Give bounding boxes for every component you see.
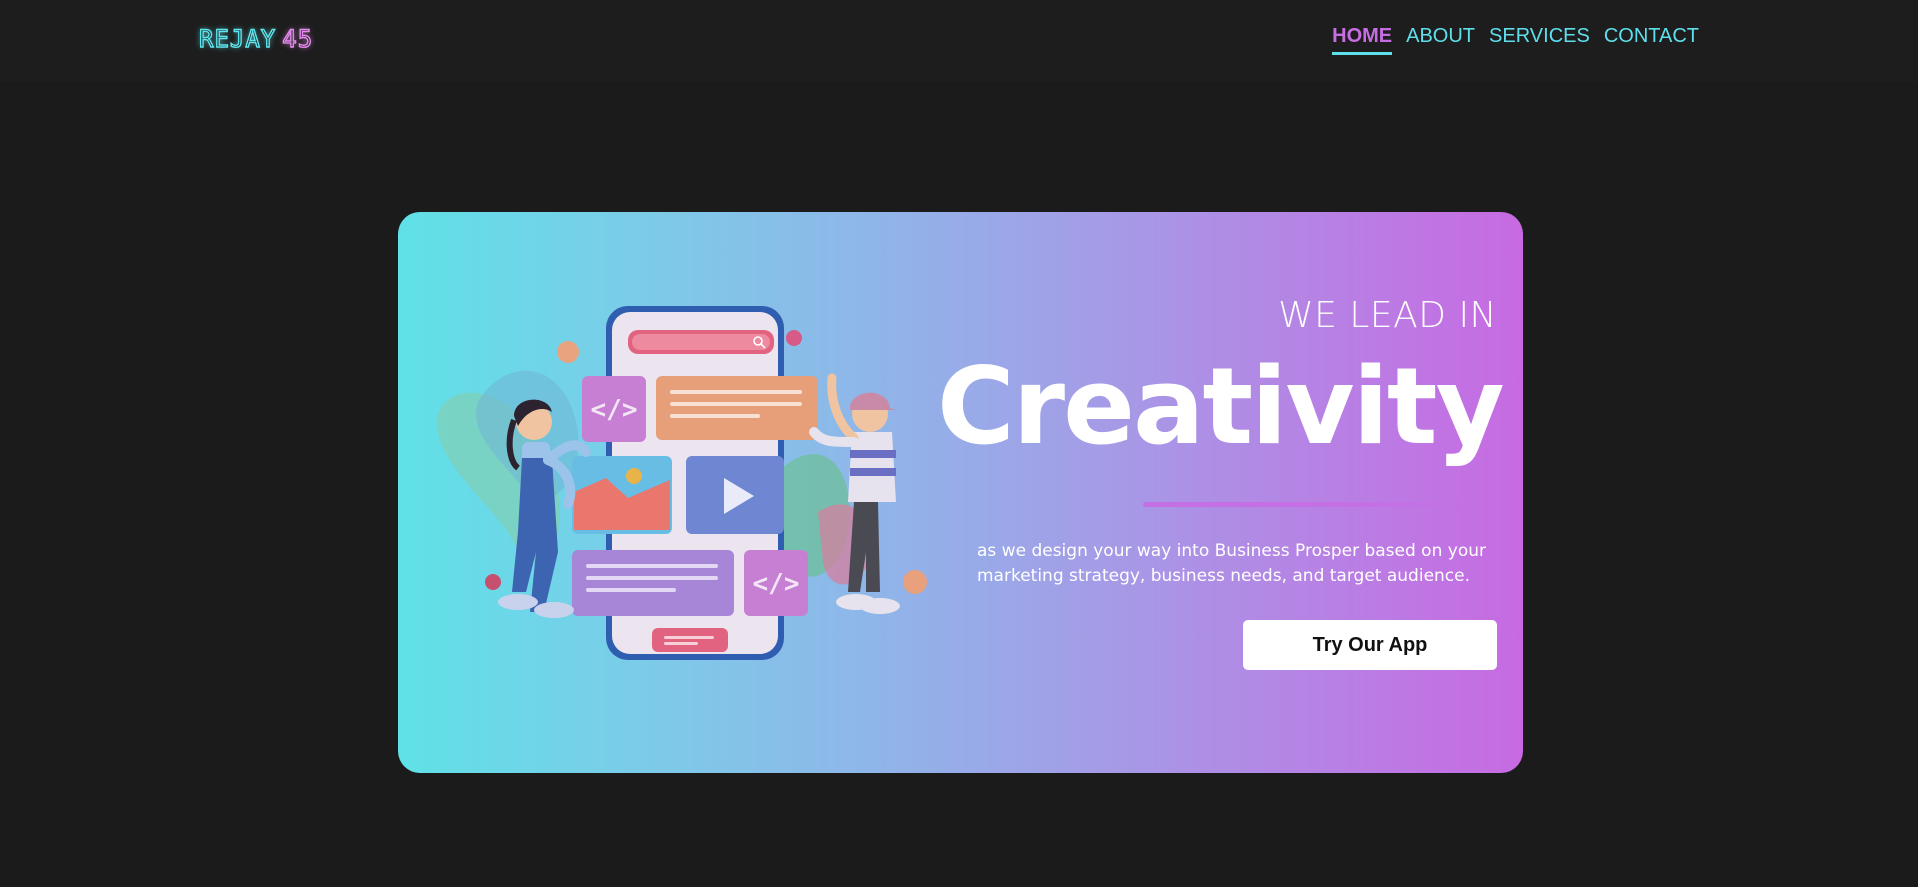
try-our-app-button[interactable]: Try Our App	[1243, 620, 1497, 670]
logo-text-left: REJAY	[198, 24, 277, 53]
hero-copy: WE LEAD IN Creativity	[937, 295, 1505, 468]
hero-description: as we design your way into Business Pros…	[977, 541, 1486, 586]
svg-text:</>: </>	[591, 395, 638, 425]
app-development-illustration-icon: </> </>	[436, 306, 927, 660]
main-nav: HOME ABOUT SERVICES CONTACT	[1332, 23, 1699, 55]
hero-banner: </> </> WE LEAD IN Creativity as we desi…	[398, 212, 1523, 773]
nav-services-link[interactable]: SERVICES	[1489, 23, 1590, 55]
logo-text-right: 45	[282, 24, 314, 53]
svg-text:</>: </>	[753, 569, 800, 599]
nav-about-link[interactable]: ABOUT	[1406, 23, 1475, 55]
hero-kicker: WE LEAD IN	[1278, 295, 1497, 336]
headline-underline	[1143, 502, 1483, 507]
site-header: REJAY 45 HOME ABOUT SERVICES CONTACT	[0, 0, 1918, 82]
hero-headline: Creativity	[937, 345, 1505, 468]
nav-contact-link[interactable]: CONTACT	[1604, 23, 1699, 55]
brand-logo[interactable]: REJAY 45	[198, 24, 314, 54]
nav-home-link[interactable]: HOME	[1332, 23, 1393, 55]
